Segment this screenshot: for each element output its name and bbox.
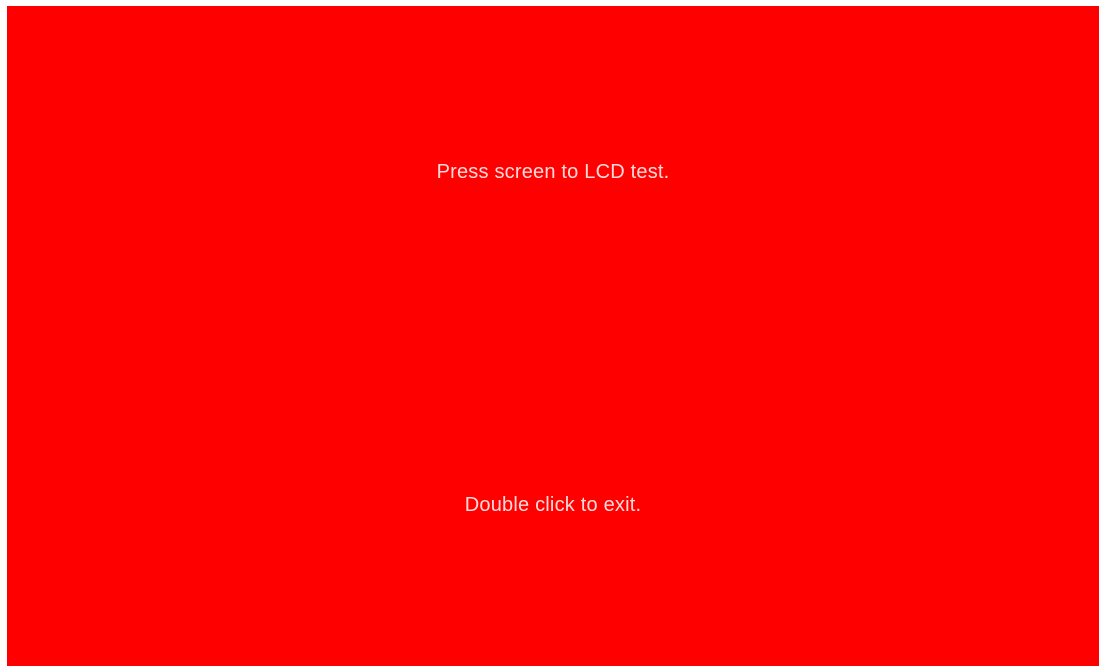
lcd-test-screen[interactable]: Press screen to LCD test. Double click t…	[7, 6, 1099, 666]
exit-instruction: Double click to exit.	[464, 494, 642, 516]
lcd-test-instruction: Press screen to LCD test.	[436, 161, 670, 183]
lcd-test-window: Press screen to LCD test. Double click t…	[0, 0, 1099, 666]
